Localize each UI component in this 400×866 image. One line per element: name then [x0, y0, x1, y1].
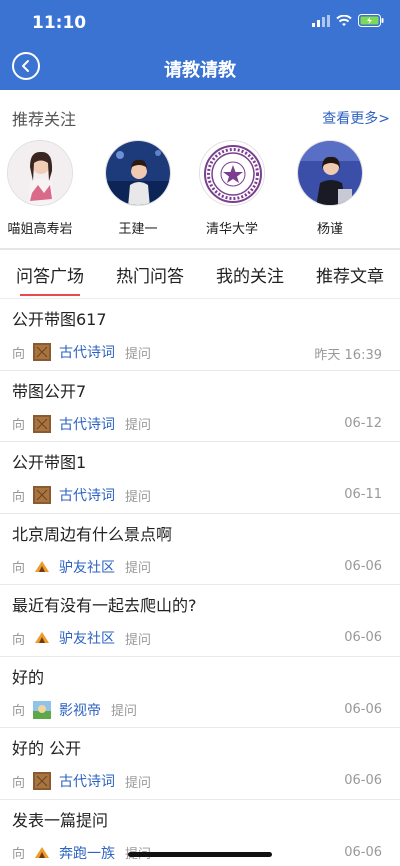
question-row[interactable]: 北京周边有什么景点啊向 驴友社区 提问 06-06: [0, 514, 400, 585]
question-time: 06-06: [344, 630, 382, 645]
question-row[interactable]: 最近有没有一起去爬山的? 向 驴友社区 提问 06-06: [0, 585, 400, 657]
question-row[interactable]: 好的 公开向 古代诗词 提问 06-06: [0, 728, 400, 800]
to-label: 向: [12, 418, 26, 433]
recommend-item[interactable]: 喵姐高寿岩: [0, 140, 80, 237]
wifi-icon: [336, 14, 352, 26]
ask-label: 提问: [125, 489, 152, 505]
topic-link[interactable]: 影视帝: [59, 700, 101, 720]
recommend-name: 杨谨: [316, 222, 343, 237]
to-label: 向: [12, 632, 26, 648]
question-meta: 向 古代诗词 提问: [12, 771, 151, 791]
ask-label: 提问: [111, 704, 138, 719]
question-meta: 向 驴友社区 提问: [12, 628, 151, 648]
topic-thumbnail-icon: [33, 700, 52, 719]
topic-thumbnail-icon: [33, 629, 52, 647]
section-divider: [0, 248, 400, 250]
topic-link[interactable]: 古代诗词: [59, 414, 115, 434]
question-meta: 向 古代诗词 提问: [12, 485, 151, 505]
to-label: 向: [12, 775, 26, 791]
topic-thumbnail-icon: [33, 557, 52, 576]
to-label: 向: [12, 346, 26, 362]
to-label: 向: [12, 561, 26, 576]
recommend-name: 清华大学: [205, 222, 258, 237]
to-label: 向: [12, 489, 26, 505]
page-title: 请教请教: [164, 60, 236, 81]
topic-link[interactable]: 古代诗词: [59, 771, 115, 791]
recommend-name: 喵姐高寿岩: [7, 222, 73, 237]
topic-link[interactable]: 古代诗词: [59, 485, 115, 505]
tab-qa-square[interactable]: 问答广场: [16, 262, 84, 287]
question-title[interactable]: 公开带图1: [12, 449, 86, 473]
question-row[interactable]: 好的向 影视帝 提问 06-06: [0, 657, 400, 728]
status-time: 11:10: [32, 13, 87, 33]
question-meta: 向 影视帝 提问: [12, 700, 137, 720]
recommend-heading: 推荐关注: [12, 110, 77, 129]
topic-thumbnail-icon: [33, 772, 52, 790]
question-title[interactable]: 好的: [12, 664, 44, 688]
topic-thumbnail-icon: [33, 486, 52, 504]
topic-link[interactable]: 驴友社区: [59, 557, 115, 577]
tab-hot-qa[interactable]: 热门问答: [116, 262, 184, 287]
topic-thumbnail-icon: [33, 414, 52, 433]
recommend-name: 王建一: [118, 222, 158, 237]
question-title[interactable]: 好的 公开: [12, 735, 81, 759]
ask-label: 提问: [125, 632, 152, 648]
question-meta: 向 古代诗词 提问: [12, 342, 151, 362]
top-bar: 11:10 请教请教: [0, 0, 400, 90]
question-title[interactable]: 带图公开7: [12, 378, 86, 402]
active-tab-indicator: [20, 294, 80, 296]
home-indicator: [128, 852, 272, 857]
topic-link[interactable]: 古代诗词: [59, 342, 115, 362]
recommend-item[interactable]: 清华大学: [192, 140, 272, 237]
question-list: 公开带图617 向古代诗词 提问 昨天 16:39 带图公开7 向古代诗词 提问 06-12 公…: [0, 299, 400, 866]
tab-my-follow[interactable]: 我的关注: [216, 262, 284, 287]
battery-icon: [358, 14, 384, 27]
question-time: 06-11: [344, 487, 382, 502]
avatar: [199, 140, 265, 206]
ask-label: 提问: [125, 346, 152, 362]
question-time: 06-06: [344, 844, 382, 860]
question-meta: 向 古代诗词 提问: [12, 414, 151, 434]
to-label: 向: [12, 847, 26, 862]
question-time: 06-12: [344, 415, 382, 431]
recommend-list: 喵姐高寿岩 王建一 清华大学 杨谨: [0, 140, 400, 250]
question-title[interactable]: 公开带图617: [12, 306, 107, 330]
tab-bar: 问答广场 热门问答 我的关注 推荐文章: [0, 252, 400, 298]
see-more-link[interactable]: 查看更多>: [322, 108, 390, 128]
avatar: [297, 140, 363, 206]
topic-link[interactable]: 奔跑一族: [59, 843, 115, 863]
ask-label: 提问: [125, 775, 152, 791]
status-icons: [312, 14, 384, 27]
question-row[interactable]: 公开带图617 向 古代诗词 提问 昨天 16:39: [0, 299, 400, 371]
avatar: [105, 140, 171, 206]
topic-thumbnail-icon: [33, 343, 52, 361]
question-title[interactable]: 最近有没有一起去爬山的?: [12, 592, 197, 616]
signal-icon: [312, 14, 330, 27]
question-meta: 向 驴友社区 提问: [12, 557, 151, 577]
topic-link[interactable]: 驴友社区: [59, 628, 115, 648]
avatar: [7, 140, 73, 206]
tab-recommended-articles[interactable]: 推荐文章: [316, 262, 384, 287]
ask-label: 提问: [125, 418, 152, 433]
question-time: 06-06: [344, 558, 382, 574]
topic-thumbnail-icon: [33, 843, 52, 862]
recommend-item[interactable]: 王建一: [98, 140, 178, 237]
ask-label: 提问: [125, 561, 152, 576]
question-title[interactable]: 发表一篇提问: [12, 807, 108, 831]
question-time: 昨天 16:39: [314, 348, 382, 363]
question-time: 06-06: [344, 701, 382, 717]
question-time: 06-06: [344, 773, 382, 788]
to-label: 向: [12, 704, 26, 719]
question-title[interactable]: 北京周边有什么景点啊: [12, 521, 172, 545]
question-row[interactable]: 公开带图1 向 古代诗词 提问 06-11: [0, 442, 400, 514]
recommend-item[interactable]: 杨谨: [290, 140, 370, 237]
question-row[interactable]: 带图公开7 向 古代诗词 提问 06-12: [0, 371, 400, 442]
